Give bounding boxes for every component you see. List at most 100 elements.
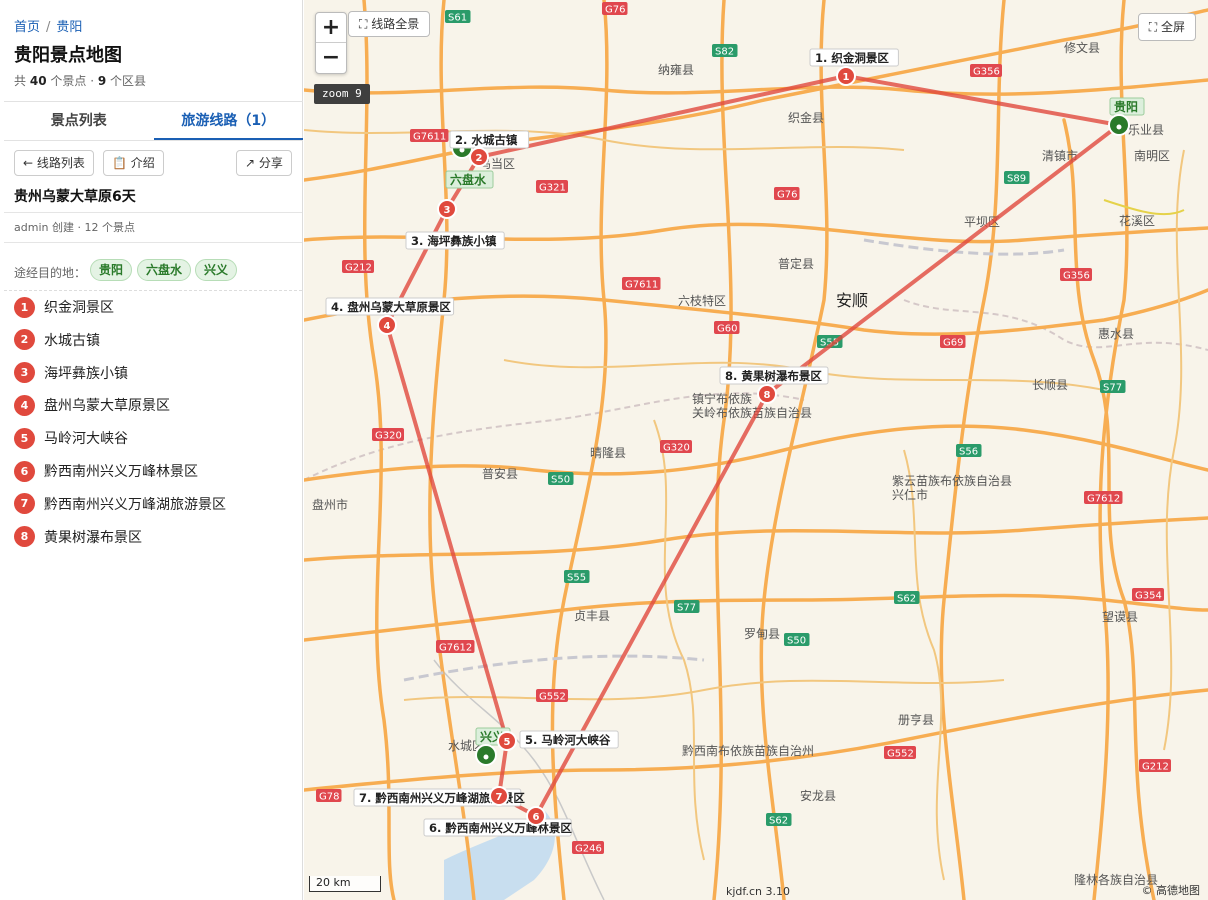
highway-shield-label: G356 <box>1063 271 1090 282</box>
route-name: 贵州乌蒙大草原6天 <box>14 189 136 205</box>
stop-number-badge: 6 <box>14 460 35 482</box>
route-stop-item[interactable]: 6 黔西南州兴义万峰林景区 <box>14 460 198 482</box>
divider <box>4 212 302 213</box>
stop-name: 马岭河大峡谷 <box>44 431 128 448</box>
route-stop-item[interactable]: 8 黄果树瀑布景区 <box>14 526 142 548</box>
place-label: 晴隆县 <box>590 445 626 460</box>
place-label: 安龙县 <box>800 788 836 803</box>
place-label: 惠水县 <box>1098 327 1134 341</box>
breadcrumb: 首页 / 贵阳 <box>14 16 82 35</box>
place-label: 织金县 <box>788 110 824 125</box>
route-stop-item[interactable]: 3 海坪彝族小镇 <box>14 362 128 384</box>
highway-shield-label: S77 <box>677 603 696 614</box>
route-stop-item[interactable]: 7 黔西南州兴义万峰湖旅游景区 <box>14 493 226 515</box>
stop-name: 盘州乌蒙大草原景区 <box>44 398 170 415</box>
highway-shield-label: S55 <box>567 573 586 584</box>
spot-count: 40 <box>29 74 47 88</box>
highway-shield-label: G69 <box>943 338 963 349</box>
highway-shield-label: G246 <box>575 844 602 855</box>
stop-label: 1. 织金洞景区 <box>815 51 889 65</box>
stop-number-badge: 3 <box>14 362 35 384</box>
route-stop-item[interactable]: 4 盘州乌蒙大草原景区 <box>14 394 170 416</box>
destinations-label: 途经目的地： <box>14 266 87 280</box>
place-label: 兴仁市 <box>892 487 928 502</box>
highway-shield-label: G356 <box>973 67 1000 78</box>
zoom-control: + − <box>315 12 347 74</box>
highway-shield-label: G7611 <box>413 132 446 143</box>
stop-marker-number: 2 <box>476 153 483 164</box>
destination-chip-guiyang[interactable]: 贵阳 <box>90 259 133 281</box>
zoom-in-button[interactable]: + <box>316 13 346 43</box>
route-overview-button[interactable]: ⛶ 线路全景 <box>348 11 431 37</box>
stop-number-badge: 8 <box>14 526 35 548</box>
breadcrumb-current-link[interactable]: 贵阳 <box>56 20 82 35</box>
stop-name: 黄果树瀑布景区 <box>44 529 142 546</box>
back-to-route-list-button[interactable]: ← 线路列表 <box>14 150 94 176</box>
place-label: 紫云苗族布依族自治县 <box>892 473 1012 488</box>
highway-shield-label: G321 <box>539 183 566 194</box>
stop-name: 海坪彝族小镇 <box>44 365 128 382</box>
stop-marker-number: 1 <box>843 72 850 83</box>
tab-spot-list[interactable]: 景点列表 <box>4 102 154 140</box>
zoom-level-badge: zoom 9 <box>314 84 370 104</box>
stop-name: 织金洞景区 <box>44 300 114 316</box>
city-marker-dot <box>483 754 489 760</box>
highway-shield-label: G212 <box>345 263 372 274</box>
place-label: 盘州市 <box>312 497 348 512</box>
place-label: 普定县 <box>778 256 814 271</box>
stop-name: 水城古镇 <box>44 332 100 349</box>
stop-label: 5. 马岭河大峡谷 <box>525 733 611 747</box>
highway-shield-label: G76 <box>605 5 625 16</box>
tab-routes[interactable]: 旅游线路（1） <box>153 102 303 140</box>
stop-name: 黔西南州兴义万峰湖旅游景区 <box>44 496 226 513</box>
place-label: 贞丰县 <box>574 609 610 623</box>
highway-shield-label: G7612 <box>1087 494 1120 505</box>
share-button[interactable]: ↗ 分享 <box>236 150 292 176</box>
place-label: 六枝特区 <box>678 293 726 308</box>
stop-label: 8. 黄果树瀑布景区 <box>725 369 822 383</box>
highway-shield-label: G212 <box>1142 762 1169 773</box>
stop-label: 6. 黔西南州兴义万峰林景区 <box>429 821 572 835</box>
route-stop-item[interactable]: 2 水城古镇 <box>14 329 100 351</box>
breadcrumb-separator: / <box>46 20 51 35</box>
place-label: 纳雍县 <box>658 62 694 77</box>
stop-marker-number: 5 <box>504 737 511 748</box>
route-meta: admin 创建 · 12 个景点 <box>14 221 135 234</box>
place-label: 册亨县 <box>898 712 934 727</box>
destination-chip-liupanshui[interactable]: 六盘水 <box>137 259 192 281</box>
highway-shield-label: S50 <box>551 475 570 486</box>
route-stop-item[interactable]: 1 织金洞景区 <box>14 296 114 318</box>
sidebar: 首页 / 贵阳 贵阳景点地图 共 40 个景点 · 9 个区县 景点列表 旅游线路（… <box>0 0 303 900</box>
place-label: 修文县 <box>1064 40 1100 55</box>
stop-label: 2. 水城古镇 <box>455 133 518 147</box>
stop-number-badge: 7 <box>14 493 35 515</box>
highway-shield-label: G552 <box>539 692 566 703</box>
intro-button[interactable]: 📋 介绍 <box>103 150 164 176</box>
divider <box>4 242 302 243</box>
fullscreen-button[interactable]: ⛶ 全屏 <box>1137 13 1196 41</box>
highway-shield-label: G7612 <box>439 643 472 654</box>
breadcrumb-home-link[interactable]: 首页 <box>14 20 40 35</box>
destination-chip-xingyi[interactable]: 兴义 <box>195 259 238 281</box>
stats-mid: 个景点 · <box>50 74 95 88</box>
city-marker-dot <box>1116 124 1122 130</box>
place-label: 黔西南布依族苗族自治州 <box>682 743 814 758</box>
map-canvas[interactable]: 修文县纳雍县织金县清镇市 南明区花溪区平坝区普定县安顺六枝特区惠水县长顺县镇宁布依… <box>304 0 1208 900</box>
map-view[interactable]: 修文县 纳雍县 织金县 清镇市 南明区 花溪区 平坝区 普定县 安顺 六枝特区 惠水县 长顺县 镇宁布依… <box>304 0 1208 900</box>
tab-bar: 景点列表 旅游线路（1） <box>4 101 303 141</box>
highway-shield-label: S62 <box>769 816 788 827</box>
route-stop-item[interactable]: 5 马岭河大峡谷 <box>14 427 128 449</box>
city-label: 六盘水 <box>450 172 487 187</box>
stop-number-badge: 2 <box>14 329 35 351</box>
highway-shield-label: S77 <box>1103 383 1122 394</box>
place-label: 乐业县 <box>1128 123 1164 137</box>
map-copyright: © 高德地图 <box>1141 884 1201 897</box>
highway-shield-label: G7611 <box>625 280 658 291</box>
city-label: 贵阳 <box>1114 99 1138 114</box>
zoom-out-button[interactable]: − <box>316 43 346 73</box>
highway-shield-label: G60 <box>717 324 737 335</box>
stop-marker-number: 4 <box>384 321 391 332</box>
scale-bar: 20 km <box>309 876 381 892</box>
page-title: 贵阳景点地图 <box>14 45 122 66</box>
highway-shield-label: G320 <box>375 431 402 442</box>
